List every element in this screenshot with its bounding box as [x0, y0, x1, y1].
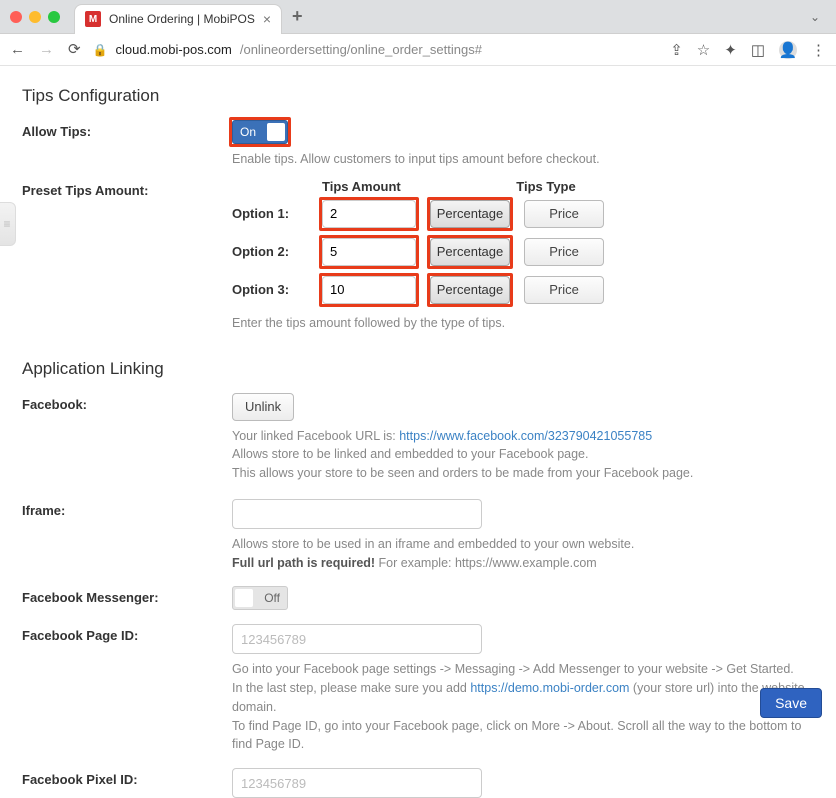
- toggle-knob-icon: [235, 589, 253, 607]
- page-id-help-line3: To find Page ID, go into your Facebook p…: [232, 719, 801, 752]
- iframe-help-line1: Allows store to be used in an iframe and…: [232, 537, 634, 551]
- section-tips-header: Tips Configuration: [22, 86, 814, 106]
- browser-tabstrip: M Online Ordering | MobiPOS × + ⌄: [0, 0, 836, 34]
- url-path: /onlineordersetting/online_order_setting…: [240, 42, 482, 57]
- maximize-window-icon[interactable]: [48, 11, 60, 23]
- browser-tab[interactable]: M Online Ordering | MobiPOS ×: [74, 4, 282, 34]
- share-icon[interactable]: ⇪: [670, 41, 683, 59]
- browser-toolbar: ← → ⟳ 🔒 cloud.mobi-pos.com/onlineorderse…: [0, 34, 836, 66]
- extensions-icon[interactable]: ✦: [724, 41, 737, 59]
- facebook-help-pre: Your linked Facebook URL is:: [232, 429, 399, 443]
- messenger-label: Facebook Messenger:: [22, 586, 232, 605]
- tips-type-price-2[interactable]: Price: [524, 238, 604, 266]
- messenger-toggle[interactable]: Off: [232, 586, 288, 610]
- pixel-id-label: Facebook Pixel ID:: [22, 768, 232, 787]
- page-id-input[interactable]: [232, 624, 482, 654]
- profile-icon[interactable]: 👤: [779, 41, 797, 59]
- tips-amount-input-2[interactable]: [322, 238, 416, 266]
- back-icon[interactable]: ←: [10, 42, 25, 57]
- address-bar[interactable]: 🔒 cloud.mobi-pos.com/onlineordersetting/…: [93, 42, 573, 57]
- iframe-help-rest: For example: https://www.example.com: [375, 556, 597, 570]
- facebook-help-line2: Allows store to be linked and embedded t…: [232, 447, 588, 461]
- bookmark-icon[interactable]: ☆: [697, 41, 710, 59]
- tips-option-label: Option 2:: [232, 244, 308, 259]
- new-tab-button[interactable]: +: [292, 6, 303, 27]
- menu-icon[interactable]: ⋮: [811, 41, 826, 59]
- tips-type-price-3[interactable]: Price: [524, 276, 604, 304]
- page-id-help-line2-pre: In the last step, please make sure you a…: [232, 681, 470, 695]
- unlink-button[interactable]: Unlink: [232, 393, 294, 421]
- facebook-help: Your linked Facebook URL is: https://www…: [232, 427, 814, 483]
- section-linking-header: Application Linking: [22, 359, 814, 379]
- allow-tips-help: Enable tips. Allow customers to input ti…: [232, 150, 814, 169]
- allow-tips-label: Allow Tips:: [22, 120, 232, 139]
- minimize-window-icon[interactable]: [29, 11, 41, 23]
- window-controls: [10, 11, 60, 23]
- tips-type-price-1[interactable]: Price: [524, 200, 604, 228]
- tips-type-percentage-1[interactable]: Percentage: [430, 200, 510, 228]
- page-id-help-line1: Go into your Facebook page settings -> M…: [232, 662, 794, 676]
- toggle-on-text: On: [240, 125, 256, 139]
- url-host: cloud.mobi-pos.com: [116, 42, 232, 57]
- allow-tips-toggle[interactable]: On: [232, 120, 288, 144]
- iframe-label: Iframe:: [22, 499, 232, 518]
- close-tab-icon[interactable]: ×: [263, 11, 271, 27]
- save-button[interactable]: Save: [760, 688, 822, 718]
- iframe-help: Allows store to be used in an iframe and…: [232, 535, 814, 573]
- sidebar-toggle[interactable]: ≡: [0, 202, 16, 246]
- facebook-help-line3: This allows your store to be seen and or…: [232, 466, 693, 480]
- iframe-input[interactable]: [232, 499, 482, 529]
- tips-option-row: Option 1: Percentage Price: [232, 200, 814, 228]
- forward-icon: →: [39, 42, 54, 57]
- tips-option-label: Option 3:: [232, 282, 308, 297]
- page-content: ≡ Tips Configuration Allow Tips: On Enab…: [0, 66, 836, 798]
- tips-amount-input-3[interactable]: [322, 276, 416, 304]
- close-window-icon[interactable]: [10, 11, 22, 23]
- tips-amount-input-1[interactable]: [322, 200, 416, 228]
- tips-type-percentage-2[interactable]: Percentage: [430, 238, 510, 266]
- tips-option-label: Option 1:: [232, 206, 308, 221]
- toggle-off-text: Off: [264, 591, 280, 605]
- tab-title: Online Ordering | MobiPOS: [109, 12, 255, 26]
- preset-tips-label: Preset Tips Amount:: [22, 179, 232, 198]
- tips-amount-header: Tips Amount: [322, 179, 430, 194]
- tabs-dropdown-icon[interactable]: ⌄: [804, 10, 826, 24]
- tips-type-header: Tips Type: [460, 179, 632, 194]
- page-id-help: Go into your Facebook page settings -> M…: [232, 660, 814, 754]
- iframe-help-bold: Full url path is required!: [232, 556, 375, 570]
- tips-type-percentage-3[interactable]: Percentage: [430, 276, 510, 304]
- favicon-icon: M: [85, 11, 101, 27]
- lock-icon: 🔒: [93, 43, 108, 57]
- preset-tips-help: Enter the tips amount followed by the ty…: [232, 314, 814, 333]
- facebook-link[interactable]: https://www.facebook.com/323790421055785: [399, 429, 652, 443]
- tips-option-row: Option 2: Percentage Price: [232, 238, 814, 266]
- tips-option-row: Option 3: Percentage Price: [232, 276, 814, 304]
- page-id-label: Facebook Page ID:: [22, 624, 232, 643]
- panel-icon[interactable]: ◫: [751, 41, 765, 59]
- toggle-knob-icon: [267, 123, 285, 141]
- page-id-help-link[interactable]: https://demo.mobi-order.com: [470, 681, 629, 695]
- reload-icon[interactable]: ⟳: [68, 42, 81, 57]
- pixel-id-input[interactable]: [232, 768, 482, 798]
- facebook-label: Facebook:: [22, 393, 232, 412]
